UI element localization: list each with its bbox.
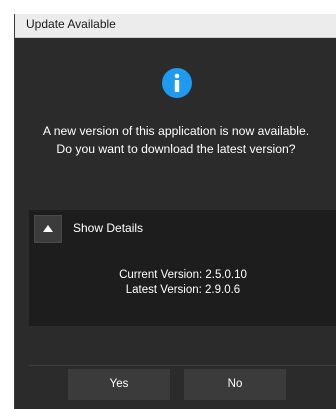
details-panel: Show Details Current Version: 2.5.0.10 L… <box>29 210 336 326</box>
info-icon <box>162 68 192 98</box>
latest-version-text: Latest Version: 2.9.0.6 <box>125 284 241 296</box>
message-line-2: Do you want to download the latest versi… <box>56 142 296 156</box>
title-bar[interactable]: Update Available <box>15 14 336 38</box>
update-dialog: Update Available A new version of this a… <box>14 14 336 409</box>
update-message: A new version of this application is now… <box>15 122 336 158</box>
divider <box>29 365 336 366</box>
triangle-up-icon <box>43 225 53 232</box>
show-details-label[interactable]: Show Details <box>73 221 143 235</box>
expand-details-button[interactable] <box>34 215 62 243</box>
current-version-text: Current Version: 2.5.0.10 <box>119 269 247 281</box>
message-line-1: A new version of this application is now… <box>42 124 310 138</box>
dialog-title: Update Available <box>26 17 116 31</box>
yes-button[interactable]: Yes <box>68 369 170 400</box>
no-button[interactable]: No <box>184 369 286 400</box>
